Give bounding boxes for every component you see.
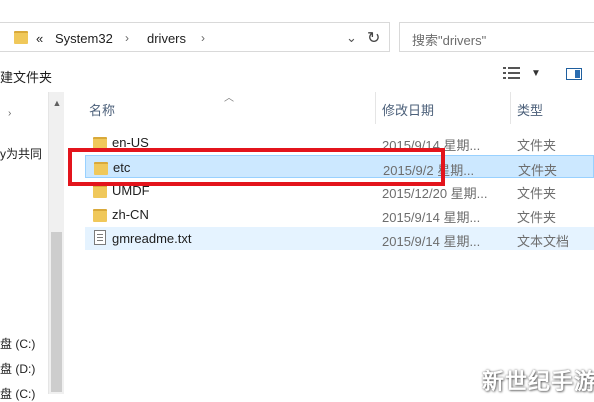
breadcrumb-separator-icon[interactable]: › bbox=[201, 31, 205, 45]
breadcrumb-separator-icon[interactable]: › bbox=[125, 31, 129, 45]
details-view-icon[interactable] bbox=[503, 66, 523, 83]
highlight-annotation-box bbox=[68, 148, 445, 186]
nav-scrollbar[interactable]: ▲ bbox=[48, 92, 64, 394]
watermark-text: 新世纪手游 bbox=[482, 369, 594, 394]
search-placeholder: 搜索"drivers" bbox=[412, 33, 487, 48]
new-folder-button[interactable]: 建文件夹 bbox=[0, 67, 52, 86]
folder-icon bbox=[14, 31, 28, 44]
file-type: 文本文档 bbox=[517, 234, 570, 249]
nav-item-drive-c[interactable]: 盘 (C:) bbox=[0, 335, 35, 352]
breadcrumb-drivers[interactable]: drivers bbox=[147, 31, 186, 46]
overflow-chevron[interactable]: « bbox=[36, 31, 43, 46]
file-type: 文件夹 bbox=[517, 186, 557, 201]
column-header-modified[interactable]: 修改日期 bbox=[382, 100, 434, 119]
file-modified: 2015/9/14 星期... bbox=[382, 210, 481, 225]
file-type: 文件夹 bbox=[518, 163, 558, 178]
column-header-name[interactable]: 名称 bbox=[89, 100, 115, 119]
scrollbar-thumb[interactable] bbox=[51, 232, 62, 392]
column-divider[interactable] bbox=[375, 92, 376, 124]
file-type: 文件夹 bbox=[517, 138, 557, 153]
file-name: zh-CN bbox=[112, 207, 149, 222]
refresh-icon[interactable]: ↻ bbox=[367, 28, 380, 48]
nav-item-shared[interactable]: y为共同 bbox=[0, 145, 42, 162]
file-row-zh-cn[interactable]: zh-CN 2015/9/14 星期... 文件夹 bbox=[85, 203, 594, 226]
file-modified: 2015/9/14 星期... bbox=[382, 234, 481, 249]
view-dropdown-icon[interactable]: ▼ bbox=[531, 68, 541, 79]
address-bar[interactable]: « System32 › drivers › ⌄ ↻ bbox=[0, 22, 390, 52]
nav-item-drive-d[interactable]: 盘 (D:) bbox=[0, 360, 35, 377]
file-name: gmreadme.txt bbox=[112, 231, 192, 246]
column-header-type[interactable]: 类型 bbox=[517, 100, 543, 119]
file-row-gmreadme[interactable]: gmreadme.txt 2015/9/14 星期... 文本文档 bbox=[85, 227, 594, 250]
folder-icon bbox=[93, 209, 107, 222]
file-type: 文件夹 bbox=[517, 210, 557, 225]
folder-icon bbox=[93, 185, 107, 198]
expand-arrow-icon[interactable]: › bbox=[8, 108, 11, 119]
sort-ascending-icon: ︿ bbox=[224, 93, 234, 104]
search-input[interactable]: 搜索"drivers" bbox=[399, 22, 594, 52]
preview-pane-icon[interactable] bbox=[566, 68, 582, 80]
text-file-icon bbox=[94, 230, 106, 245]
address-dropdown-icon[interactable]: ⌄ bbox=[346, 30, 357, 46]
breadcrumb-system32[interactable]: System32 bbox=[55, 31, 113, 46]
column-divider[interactable] bbox=[510, 92, 511, 124]
scroll-up-icon[interactable]: ▲ bbox=[49, 98, 65, 108]
